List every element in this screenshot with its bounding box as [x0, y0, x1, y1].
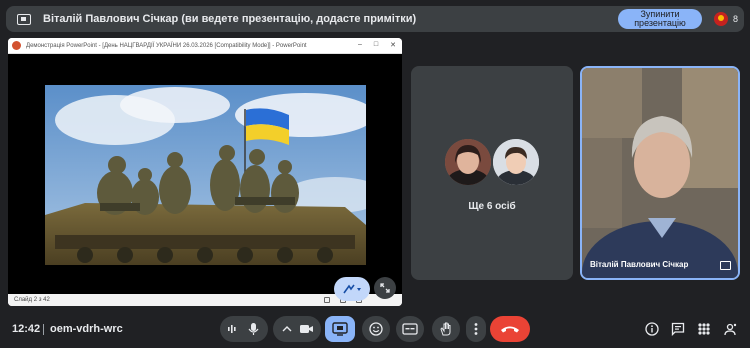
minimize-icon[interactable]: –	[358, 41, 362, 49]
participant-avatar	[445, 139, 491, 185]
captions-icon	[402, 323, 418, 335]
present-screen-button[interactable]	[325, 316, 355, 342]
emoji-icon	[369, 322, 383, 336]
present-icon	[720, 261, 731, 270]
others-tile[interactable]: Ще 6 осіб	[411, 66, 573, 280]
leave-call-button[interactable]	[490, 316, 530, 342]
powerpoint-logo-icon	[12, 41, 21, 50]
raise-hand-button[interactable]	[432, 316, 460, 342]
maximize-icon[interactable]: □	[374, 41, 378, 49]
presentation-options-button[interactable]	[334, 277, 370, 301]
mic-button[interactable]	[220, 316, 268, 342]
speaker-name: Віталій Павлович Січкар	[590, 260, 689, 269]
participants-avatar[interactable]	[714, 12, 728, 26]
slide-indicator: Слайд 2 з 42	[14, 297, 50, 303]
others-label: Ще 6 осіб	[468, 201, 516, 212]
more-vert-icon	[474, 323, 478, 335]
chat-button[interactable]	[670, 321, 686, 337]
participant-avatar	[493, 139, 539, 185]
raise-hand-icon	[440, 322, 451, 336]
slide-area	[8, 54, 402, 294]
people-button[interactable]	[696, 321, 712, 337]
reactions-button[interactable]	[362, 316, 390, 342]
activities-icon	[724, 323, 737, 336]
chat-icon	[671, 322, 685, 336]
meeting-code: oem-vdrh-wrc	[50, 323, 123, 335]
stop-presenting-button[interactable]: Зупинити презентацію	[618, 9, 702, 29]
info-icon	[645, 322, 659, 336]
camera-button[interactable]	[273, 316, 321, 342]
more-options-button[interactable]	[466, 316, 486, 342]
chevron-up-icon	[282, 326, 292, 332]
presenting-banner: Віталій Павлович Січкар (ви ведете презе…	[6, 6, 744, 32]
slide-image	[45, 85, 366, 265]
speaker-tile[interactable]: Віталій Павлович Січкар	[580, 66, 740, 280]
divider	[43, 324, 44, 335]
meeting-details-button[interactable]	[644, 321, 660, 337]
close-icon[interactable]: ✕	[390, 41, 396, 49]
banner-text: Віталій Павлович Січкар (ви ведете презе…	[43, 13, 417, 25]
audio-level-icon	[228, 325, 236, 333]
pin-icon	[343, 284, 361, 294]
fullscreen-button[interactable]	[374, 277, 396, 299]
people-icon	[698, 323, 710, 335]
hangup-icon	[501, 326, 519, 333]
activities-button[interactable]	[722, 321, 738, 337]
normal-view-icon[interactable]	[324, 297, 330, 303]
present-screen-icon	[332, 322, 348, 336]
camera-icon	[300, 325, 313, 333]
clock: 12:42	[12, 323, 41, 335]
present-icon	[17, 13, 31, 25]
mic-icon	[248, 323, 259, 335]
presentation-window: Демонстрація PowerPoint - [День НАЦГВАРД…	[8, 38, 402, 306]
ppt-titlebar: Демонстрація PowerPoint - [День НАЦГВАРД…	[8, 38, 402, 54]
speaker-video	[582, 68, 738, 278]
participant-count: 8	[733, 14, 739, 24]
ppt-window-title: Демонстрація PowerPoint - [День НАЦГВАРД…	[26, 42, 307, 49]
captions-button[interactable]	[396, 316, 424, 342]
expand-icon	[380, 283, 390, 293]
